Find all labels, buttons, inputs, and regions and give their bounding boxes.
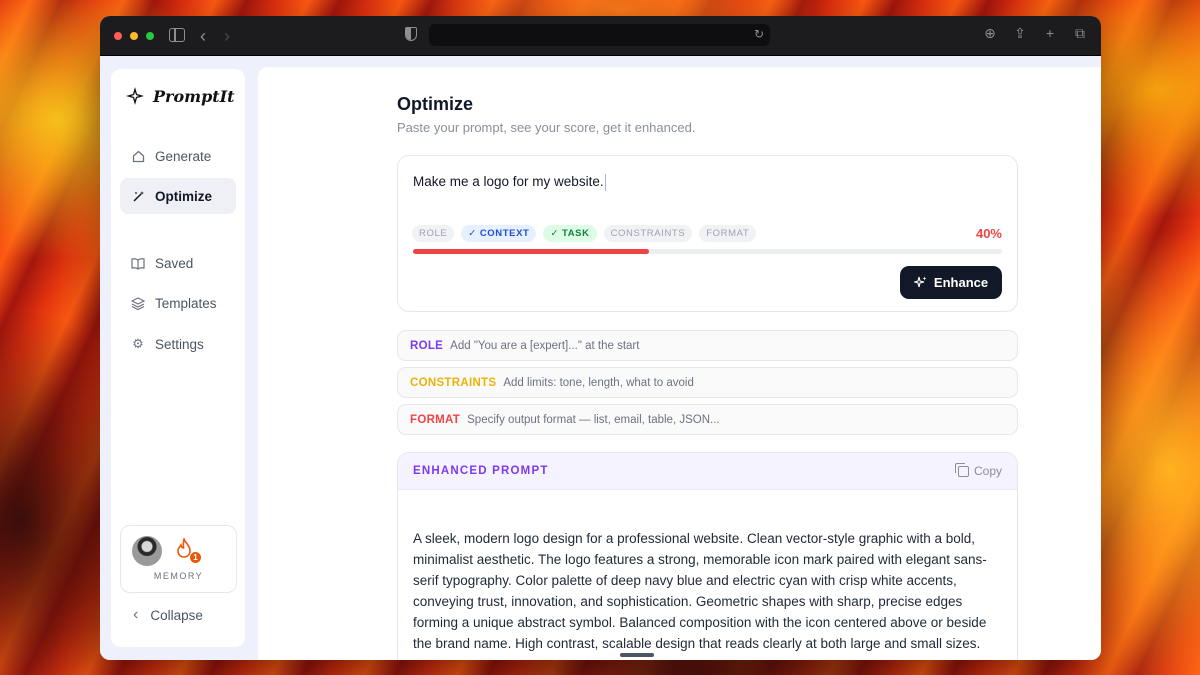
hint-constraints: CONSTRAINTS Add limits: tone, length, wh… bbox=[397, 367, 1018, 398]
memory-card[interactable]: 1 MEMORY bbox=[120, 525, 237, 593]
scroll-handle[interactable] bbox=[620, 653, 654, 657]
sparkle-logo-icon bbox=[126, 87, 144, 105]
minimize-window-button[interactable] bbox=[130, 31, 138, 40]
hint-tag: FORMAT bbox=[410, 413, 461, 426]
check-icon: ✓ bbox=[468, 228, 477, 239]
enhanced-prompt-text[interactable]: A sleek, modern logo design for a profes… bbox=[413, 528, 987, 654]
score-progress-bar bbox=[413, 249, 1002, 254]
sparkles-icon bbox=[913, 276, 927, 288]
text-caret bbox=[604, 174, 606, 191]
back-arrow-icon[interactable]: ‹ bbox=[200, 26, 206, 47]
prompt-input-text: Make me a logo for my website. bbox=[413, 174, 604, 190]
reload-icon[interactable]: ↻ bbox=[754, 27, 764, 41]
hint-role: ROLE Add "You are a [expert]..." at the … bbox=[397, 330, 1018, 361]
copy-button[interactable]: Copy bbox=[954, 462, 1002, 478]
chip-context: ✓ CONTEXT bbox=[461, 225, 537, 242]
chip-label: CONTEXT bbox=[479, 228, 530, 239]
sidebar-item-saved[interactable]: Saved bbox=[120, 245, 236, 281]
prompt-input[interactable]: Make me a logo for my website. bbox=[413, 174, 606, 191]
enhanced-prompt-header: ENHANCED PROMPT Copy bbox=[398, 453, 1017, 490]
prompt-score: 40% bbox=[975, 226, 1002, 241]
sidebar-item-generate[interactable]: Generate bbox=[120, 138, 236, 174]
home-icon bbox=[131, 149, 145, 163]
hint-text: Specify output format — list, email, tab… bbox=[467, 413, 720, 426]
gear-icon: ⚙ bbox=[132, 336, 144, 351]
chip-task: ✓ TASK bbox=[543, 225, 597, 242]
window-controls bbox=[114, 31, 154, 40]
enhance-button[interactable]: Enhance bbox=[900, 266, 1002, 299]
main-panel: Optimize Paste your prompt, see your sco… bbox=[258, 67, 1101, 660]
streak-badge: 1 bbox=[190, 552, 201, 563]
maximize-window-button[interactable] bbox=[146, 31, 154, 40]
collapse-label: Collapse bbox=[150, 607, 203, 623]
brand-name: PromptIt bbox=[153, 86, 235, 106]
chip-format: FORMAT bbox=[699, 225, 757, 242]
sidebar-item-label: Generate bbox=[155, 148, 212, 164]
chip-label: CONSTRAINTS bbox=[610, 228, 686, 239]
sidebar-item-label: Templates bbox=[155, 295, 217, 311]
tab-overview-icon[interactable]: ⧉ bbox=[1073, 25, 1087, 42]
sidebar-toggle-icon[interactable] bbox=[169, 28, 185, 42]
app-content: PromptIt Generate Optimize Saved Templat… bbox=[100, 56, 1101, 660]
downloads-icon[interactable]: ⊕ bbox=[983, 25, 997, 42]
hint-tag: ROLE bbox=[410, 339, 444, 352]
brand-logo[interactable]: PromptIt bbox=[125, 86, 235, 106]
chip-role: ROLE bbox=[412, 225, 455, 242]
privacy-shield-icon[interactable] bbox=[405, 27, 417, 41]
chip-constraints: CONSTRAINTS bbox=[603, 225, 693, 242]
share-icon[interactable]: ⇪ bbox=[1013, 25, 1027, 42]
address-bar[interactable]: ↻ bbox=[429, 24, 770, 46]
forward-arrow-icon[interactable]: › bbox=[224, 26, 230, 47]
layers-icon bbox=[131, 296, 145, 310]
component-chips: ROLE ✓ CONTEXT ✓ TASK CONSTRAINTS FORMAT bbox=[412, 225, 757, 242]
sidebar-item-settings[interactable]: ⚙ Settings bbox=[120, 326, 236, 362]
prompt-input-card[interactable]: Make me a logo for my website. ROLE ✓ CO… bbox=[397, 155, 1018, 312]
copy-label: Copy bbox=[973, 464, 1002, 478]
browser-toolbar-right: ⊕ ⇪ + ⧉ bbox=[983, 25, 1087, 42]
chip-label: ROLE bbox=[419, 228, 448, 239]
hint-text: Add "You are a [expert]..." at the start bbox=[450, 339, 640, 352]
check-icon: ✓ bbox=[550, 228, 559, 239]
magic-wand-icon bbox=[131, 189, 145, 203]
browser-titlebar: ‹ › ↻ ⊕ ⇪ + ⧉ bbox=[100, 16, 1101, 56]
browser-window: ‹ › ↻ ⊕ ⇪ + ⧉ PromptIt Generate Optimize… bbox=[100, 16, 1101, 660]
hint-format: FORMAT Specify output format — list, ema… bbox=[397, 404, 1018, 435]
page-subtitle: Paste your prompt, see your score, get i… bbox=[397, 120, 696, 135]
chip-label: TASK bbox=[562, 228, 590, 239]
new-tab-icon[interactable]: + bbox=[1043, 25, 1057, 42]
page-title: Optimize bbox=[397, 94, 474, 114]
book-icon bbox=[131, 256, 145, 270]
sidebar-item-label: Settings bbox=[155, 336, 204, 352]
chevron-left-icon: ‹ bbox=[133, 606, 139, 623]
collapse-button[interactable]: ‹ Collapse bbox=[133, 606, 203, 624]
score-progress-fill bbox=[413, 249, 649, 254]
enhanced-prompt-card: ENHANCED PROMPT Copy A sleek, modern log… bbox=[397, 452, 1018, 660]
avatar[interactable] bbox=[132, 536, 162, 566]
sidebar-item-label: Optimize bbox=[155, 188, 213, 204]
sidebar-item-label: Saved bbox=[155, 255, 194, 271]
enhanced-prompt-title: ENHANCED PROMPT bbox=[413, 465, 549, 477]
enhance-label: Enhance bbox=[933, 275, 989, 290]
copy-icon bbox=[954, 462, 969, 477]
memory-label: MEMORY bbox=[153, 571, 204, 581]
sidebar-item-optimize[interactable]: Optimize bbox=[120, 178, 236, 214]
chip-label: FORMAT bbox=[706, 228, 750, 239]
close-window-button[interactable] bbox=[114, 31, 122, 40]
sidebar-item-templates[interactable]: Templates bbox=[120, 285, 236, 321]
hint-text: Add limits: tone, length, what to avoid bbox=[503, 376, 694, 389]
hint-tag: CONSTRAINTS bbox=[410, 376, 497, 389]
sidebar: PromptIt Generate Optimize Saved Templat… bbox=[111, 69, 245, 647]
